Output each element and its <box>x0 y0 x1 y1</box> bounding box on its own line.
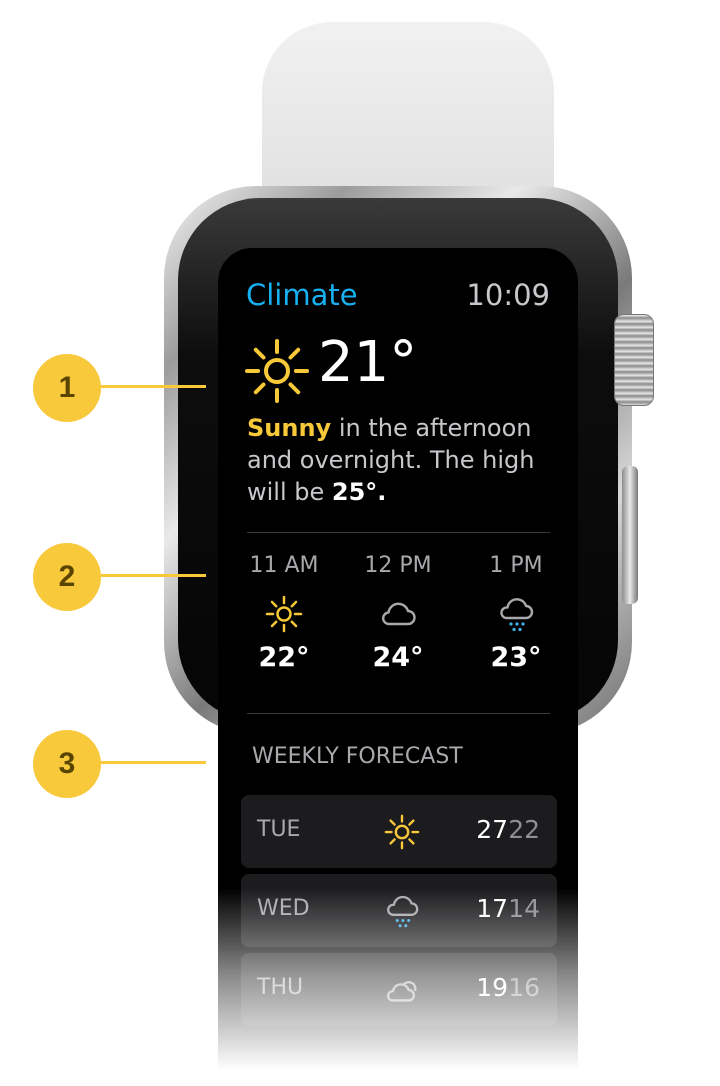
callout-badge: 3 <box>33 730 101 798</box>
low-temperature: 16 <box>508 973 540 1002</box>
app-title: Climate <box>246 278 358 312</box>
sun-icon <box>245 339 309 403</box>
high-temperature: 19 <box>476 973 508 1002</box>
callout-leader-line <box>96 574 206 577</box>
sun-icon <box>384 814 420 850</box>
partly-cloudy-icon <box>387 981 417 1002</box>
cloud-icon <box>382 602 416 626</box>
forecast-day-row[interactable]: WED 17 14 <box>241 874 557 947</box>
current-temperature: 21° <box>318 330 418 395</box>
summary-condition: Sunny <box>247 414 332 442</box>
callout-leader-line <box>96 385 206 388</box>
summary-high: 25° <box>331 478 378 506</box>
hour-label: 11 AM <box>249 553 319 578</box>
weekly-forecast-title: WEEKLY FORECAST <box>252 744 463 769</box>
digital-crown[interactable] <box>614 314 654 406</box>
side-button[interactable] <box>622 466 638 604</box>
clock-time: 10:09 <box>466 278 550 312</box>
hour-temperature: 24° <box>372 642 424 673</box>
day-label: WED <box>257 896 310 921</box>
low-temperature: 22 <box>508 815 540 844</box>
hour-temperature: 23° <box>490 642 542 673</box>
hourly-item[interactable]: 1 PM 23° <box>456 553 576 673</box>
rain-cloud-icon <box>387 895 419 928</box>
hourly-item[interactable]: 11 AM 22° <box>224 553 344 673</box>
weather-summary: Sunny in the afternoon and overnight. Th… <box>247 412 557 508</box>
divider <box>247 532 550 533</box>
rain-cloud-icon <box>500 598 534 632</box>
callout-badge: 2 <box>33 543 101 611</box>
high-temperature: 27 <box>476 815 508 844</box>
divider <box>247 713 550 714</box>
watch-screen: Climate 10:09 21° Sunny in the afternoon… <box>218 248 578 1086</box>
forecast-day-row[interactable]: TUE 27 22 <box>241 795 557 868</box>
day-label: TUE <box>257 817 301 842</box>
hour-temperature: 22° <box>258 642 310 673</box>
hour-label: 12 PM <box>364 553 432 578</box>
hourly-item[interactable]: 12 PM 24° <box>338 553 458 673</box>
sun-icon <box>265 595 303 633</box>
summary-period: . <box>377 478 387 506</box>
low-temperature: 14 <box>508 894 540 923</box>
hour-label: 1 PM <box>489 553 543 578</box>
callout-leader-line <box>96 761 206 764</box>
forecast-day-row[interactable]: THU 19 16 <box>241 953 557 1026</box>
callout-badge: 1 <box>33 354 101 422</box>
high-temperature: 17 <box>476 894 508 923</box>
day-label: THU <box>257 975 304 1000</box>
